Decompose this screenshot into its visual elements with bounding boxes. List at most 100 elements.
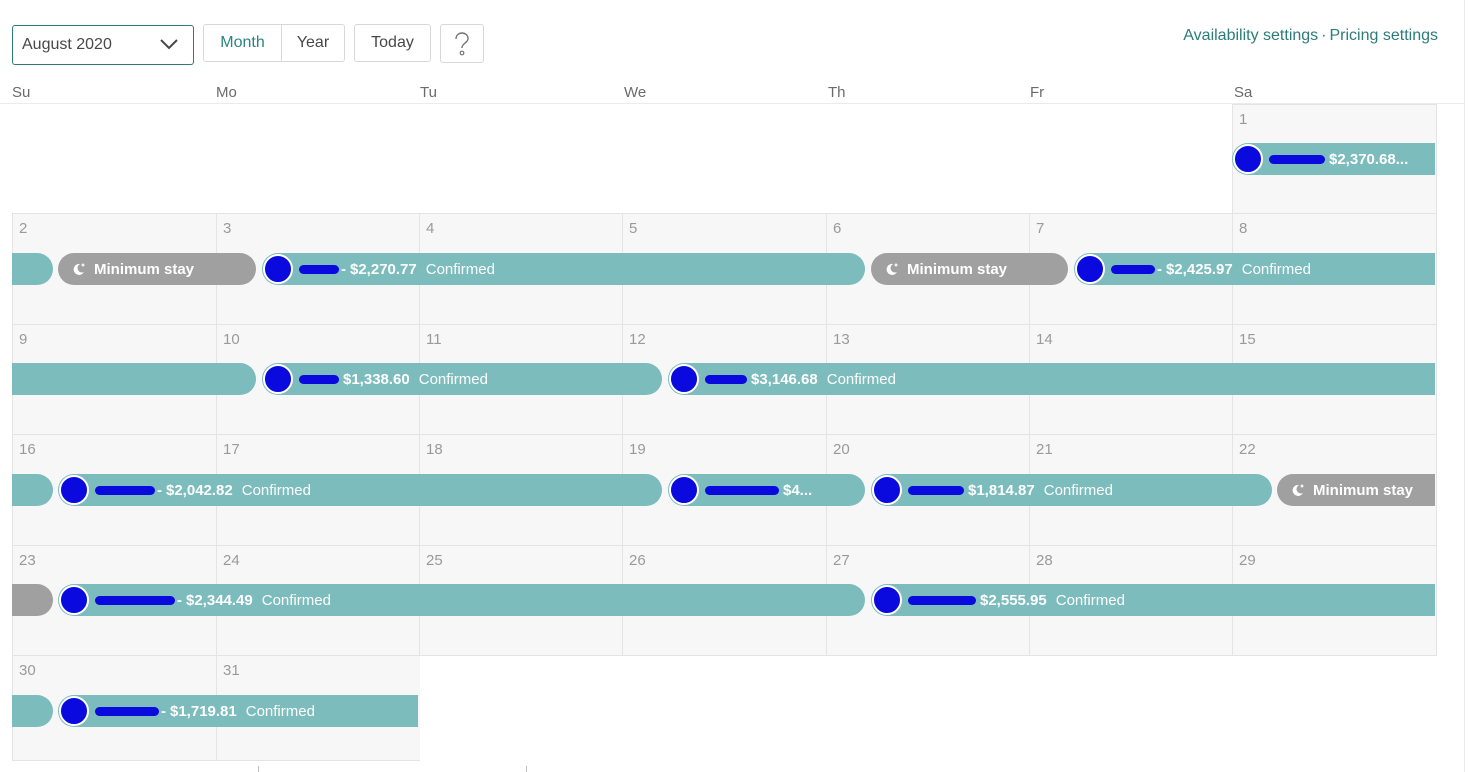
reservation-price: $1,814.87 [968, 481, 1035, 499]
guest-avatar [59, 585, 89, 615]
day-number: 29 [1239, 552, 1256, 569]
day-number: 20 [833, 441, 850, 458]
reservation-bar[interactable] [12, 695, 53, 727]
day-number: 4 [426, 220, 435, 237]
separator-dash: - [177, 591, 182, 609]
day-number: 31 [223, 662, 240, 679]
reservation-bar[interactable]: - $1,719.81 Confirmed [58, 695, 418, 727]
reservation-price: $1,338.60 [343, 370, 410, 388]
reservation-bar[interactable]: $1,338.60 Confirmed [262, 363, 662, 395]
day-number: 24 [223, 552, 240, 569]
redacted-guest-name [95, 485, 155, 495]
redacted-guest-name [908, 485, 964, 495]
redacted-guest-name [1269, 154, 1325, 164]
day-number: 3 [223, 220, 232, 237]
reservation-status: Confirmed [245, 702, 315, 720]
minimum-stay-block[interactable]: Minimum stay [871, 253, 1068, 285]
scroll-divider [1464, 0, 1465, 772]
day-number: 28 [1036, 552, 1053, 569]
weekday-fr: Fr [1030, 84, 1045, 101]
reservation-price: $2,270.77 [350, 260, 417, 278]
moon-icon [886, 263, 898, 275]
availability-settings-link[interactable]: Availability settings [1183, 27, 1318, 44]
month-select[interactable]: August 2020 [12, 25, 194, 65]
guest-avatar [1233, 144, 1263, 174]
day-number: 13 [833, 331, 850, 348]
reservation-bar[interactable]: $3,146.68 Confirmed [668, 363, 1435, 395]
weekday-th: Th [828, 84, 846, 101]
day-number: 10 [223, 331, 240, 348]
minimum-stay-block[interactable] [12, 584, 53, 616]
day-number: 1 [1239, 111, 1248, 128]
reservation-price: $2,042.82 [166, 481, 233, 499]
reservation-bar[interactable]: $4... [668, 474, 865, 506]
day-number: 11 [426, 331, 442, 348]
help-button[interactable] [440, 24, 484, 63]
day-number: 23 [19, 552, 36, 569]
scroll-tick [258, 766, 259, 772]
minimum-stay-label: Minimum stay [1313, 481, 1414, 499]
minimum-stay-block[interactable]: Minimum stay [58, 253, 256, 285]
separator-dash: - [161, 702, 166, 720]
redacted-guest-name [1111, 264, 1155, 274]
separator-dash: - [157, 481, 162, 499]
day-number: 2 [19, 220, 28, 237]
reservation-status: Confirmed [1055, 591, 1125, 609]
guest-avatar [263, 364, 293, 394]
day-number: 7 [1036, 220, 1045, 237]
reservation-bar[interactable] [12, 253, 53, 285]
reservation-status: Confirmed [425, 260, 495, 278]
today-button[interactable]: Today [354, 24, 431, 62]
reservation-bar[interactable]: - $2,042.82 Confirmed [58, 474, 662, 506]
reservation-bar[interactable]: $2,555.95 Confirmed [871, 584, 1435, 616]
guest-avatar [669, 364, 699, 394]
moon-icon [1292, 484, 1304, 496]
guest-avatar [263, 254, 293, 284]
minimum-stay-block[interactable]: Minimum stay [1277, 474, 1435, 506]
day-number: 9 [19, 331, 28, 348]
reservation-bar[interactable] [12, 474, 53, 506]
day-number: 30 [19, 662, 36, 679]
question-mark-icon [455, 31, 469, 55]
reservation-status: Confirmed [241, 481, 311, 499]
day-number: 8 [1239, 220, 1248, 237]
reservation-price: $3,146.68 [751, 370, 818, 388]
reservation-bar[interactable]: - $2,425.97 Confirmed [1074, 253, 1435, 285]
guest-avatar [1075, 254, 1105, 284]
pricing-settings-link[interactable]: Pricing settings [1330, 27, 1439, 44]
view-toggle: Month Year [203, 24, 345, 62]
reservation-bar[interactable]: - $2,270.77 Confirmed [262, 253, 865, 285]
view-year-button[interactable]: Year [282, 25, 344, 61]
weekday-mo: Mo [216, 84, 237, 101]
guest-avatar [59, 475, 89, 505]
day-number: 27 [833, 552, 850, 569]
reservation-status: Confirmed [1043, 481, 1113, 499]
guest-avatar [872, 585, 902, 615]
reservation-bar[interactable] [12, 363, 256, 395]
settings-links: Availability settings · Pricing settings [1183, 27, 1438, 45]
reservation-status: Confirmed [1241, 260, 1311, 278]
reservation-price: $2,344.49 [186, 591, 253, 609]
scroll-tick [526, 766, 527, 772]
reservation-price: $2,425.97 [1166, 260, 1233, 278]
reservation-status: Confirmed [826, 370, 896, 388]
weekday-su: Su [12, 84, 31, 101]
redacted-guest-name [705, 374, 747, 384]
reservation-bar[interactable]: $1,814.87 Confirmed [871, 474, 1272, 506]
calendar-toolbar: August 2020 Month Year Today Availabilit… [0, 0, 1468, 80]
reservation-bar[interactable]: - $2,344.49 Confirmed [58, 584, 865, 616]
view-month-button[interactable]: Month [204, 25, 282, 61]
guest-avatar [59, 696, 89, 726]
reservation-status: Confirmed [418, 370, 488, 388]
separator: · [1321, 27, 1327, 44]
day-number: 18 [426, 441, 443, 458]
day-number: 16 [19, 441, 36, 458]
day-number: 17 [223, 441, 240, 458]
redacted-guest-name [299, 374, 339, 384]
separator-dash: - [341, 260, 346, 278]
day-number: 19 [629, 441, 646, 458]
redacted-guest-name [705, 485, 779, 495]
day-number: 14 [1036, 331, 1053, 348]
reservation-bar[interactable]: $2,370.68... [1232, 143, 1435, 175]
day-number: 21 [1036, 441, 1053, 458]
